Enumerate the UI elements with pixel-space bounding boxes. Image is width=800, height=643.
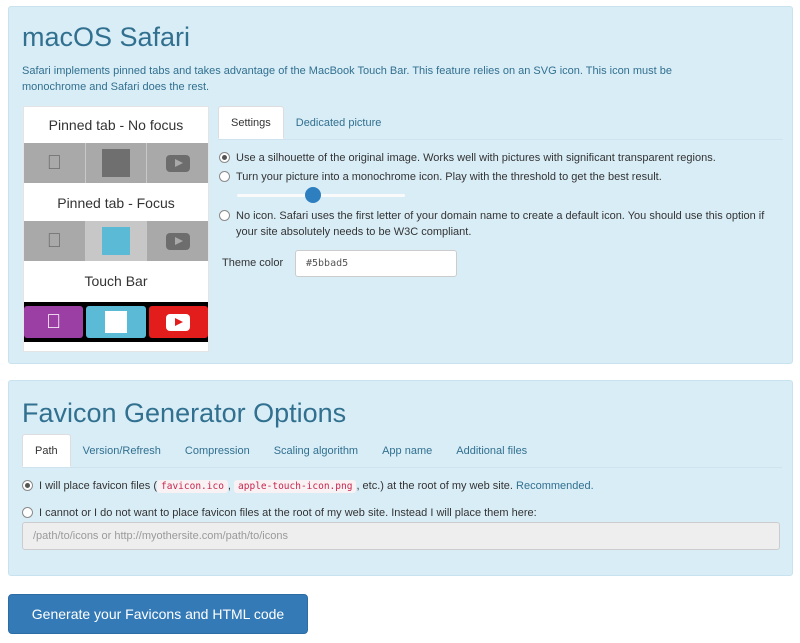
pinned-tab-apple: 	[24, 221, 86, 261]
options-title: Favicon Generator Options	[22, 398, 347, 428]
safari-title: macOS Safari	[22, 22, 191, 52]
threshold-slider-handle[interactable]	[304, 187, 321, 203]
option-silhouette[interactable]: Use a silhouette of the original image. …	[219, 150, 779, 166]
apple-icon: 	[46, 312, 61, 332]
option-no-icon[interactable]: No icon. Safari uses the first letter of…	[219, 208, 779, 240]
youtube-icon	[165, 232, 190, 250]
tab-compression[interactable]: Compression	[173, 434, 262, 467]
path-custom-label: I cannot or I do not want to place favic…	[39, 507, 537, 519]
youtube-icon	[165, 154, 190, 172]
tab-scaling-algorithm[interactable]: Scaling algorithm	[262, 434, 370, 467]
options-tabs: Path Version/Refresh Compression Scaling…	[22, 434, 782, 468]
touch-bar-apple: 	[24, 306, 84, 338]
monochrome-radio[interactable]	[219, 171, 230, 182]
option-path-custom[interactable]: I cannot or I do not want to place favic…	[22, 505, 782, 521]
safari-description: Safari implements pinned tabs and takes …	[22, 65, 672, 93]
path-root-suffix: , etc.) at the root of my web site.	[356, 480, 513, 492]
no-icon-label: No icon. Safari uses the first letter of…	[236, 210, 765, 238]
tab-app-name[interactable]: App name	[370, 434, 444, 467]
tab-version-refresh[interactable]: Version/Refresh	[71, 434, 173, 467]
pinned-tabs-no-focus: 	[24, 143, 208, 183]
tab-additional-files[interactable]: Additional files	[444, 434, 539, 467]
path-root-radio[interactable]	[22, 480, 33, 491]
preview-touch-bar-label: Touch Bar	[84, 273, 148, 289]
youtube-icon	[166, 313, 191, 331]
theme-color-label: Theme color	[222, 257, 284, 269]
tab-path[interactable]: Path	[22, 434, 71, 467]
theme-color-input[interactable]: #5bbad5	[295, 250, 457, 277]
no-icon-radio[interactable]	[219, 210, 230, 221]
option-path-root[interactable]: I will place favicon files (favicon.ico,…	[22, 478, 782, 495]
threshold-slider-track[interactable]	[237, 194, 405, 197]
file-favicon-ico: favicon.ico	[157, 480, 228, 493]
square-icon	[102, 227, 130, 255]
square-icon	[102, 149, 130, 177]
pinned-tab-current-focused	[85, 221, 148, 261]
pinned-tab-youtube	[147, 221, 208, 261]
path-root-prefix: I will place favicon files (	[39, 480, 157, 492]
safari-preview: Pinned tab - No focus  Pinned tab - Foc…	[23, 106, 209, 352]
monochrome-label: Turn your picture into a monochrome icon…	[236, 171, 662, 183]
preview-focus-label: Pinned tab - Focus	[57, 195, 175, 211]
apple-icon: 	[47, 231, 62, 251]
preview-no-focus-label: Pinned tab - No focus	[48, 117, 184, 133]
apple-icon: 	[47, 153, 62, 173]
silhouette-label: Use a silhouette of the original image. …	[236, 152, 716, 164]
tab-settings[interactable]: Settings	[218, 106, 284, 139]
path-custom-radio[interactable]	[22, 507, 33, 518]
pinned-tabs-focus: 	[24, 221, 208, 261]
file-apple-touch-icon: apple-touch-icon.png	[234, 480, 357, 493]
pinned-tab-current	[85, 143, 148, 183]
tab-dedicated-picture[interactable]: Dedicated picture	[284, 106, 394, 139]
recommended-label: Recommended.	[516, 480, 594, 492]
option-monochrome[interactable]: Turn your picture into a monochrome icon…	[219, 169, 779, 185]
path-root-label: I will place favicon files (favicon.ico,…	[39, 478, 594, 495]
generate-favicons-button[interactable]: Generate your Favicons and HTML code	[8, 594, 308, 634]
pinned-tab-apple: 	[24, 143, 86, 183]
safari-tabs: Settings Dedicated picture	[218, 106, 783, 140]
touch-bar: 	[24, 302, 208, 342]
safari-panel: macOS Safari Safari implements pinned ta…	[8, 6, 793, 364]
generator-options-panel: Favicon Generator Options Path Version/R…	[8, 380, 793, 576]
path-root-separator: ,	[227, 480, 231, 492]
touch-bar-youtube	[148, 306, 208, 338]
silhouette-radio[interactable]	[219, 152, 230, 163]
pinned-tab-youtube	[147, 143, 208, 183]
icons-path-input[interactable]: /path/to/icons or http://myothersite.com…	[22, 522, 780, 550]
touch-bar-current	[86, 306, 146, 338]
square-icon	[104, 311, 127, 333]
